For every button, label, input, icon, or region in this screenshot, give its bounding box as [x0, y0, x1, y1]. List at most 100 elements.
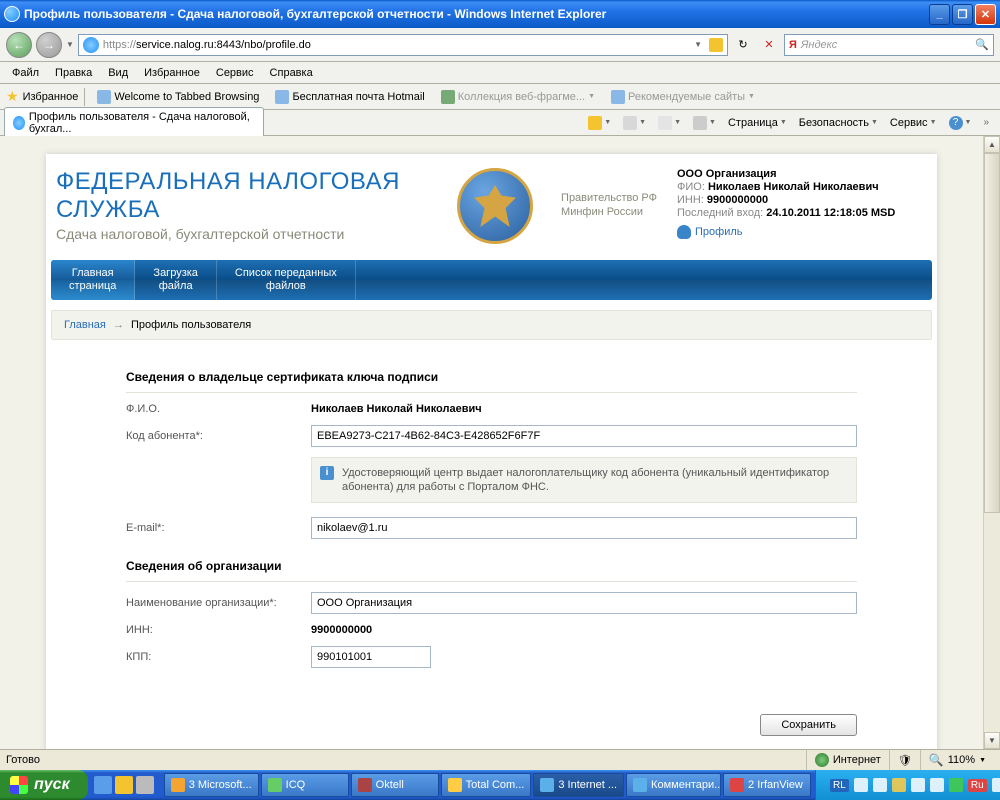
safety-menu[interactable]: Безопасность▼	[794, 115, 883, 131]
search-box[interactable]: Я Яндекс 🔍	[784, 34, 994, 56]
browser-tab[interactable]: Профиль пользователя - Сдача налоговой, …	[4, 107, 264, 138]
scroll-down-button[interactable]: ▼	[984, 732, 1000, 749]
chevron-button[interactable]: »	[978, 115, 994, 130]
print-button[interactable]: ▼	[688, 114, 721, 132]
task-comments[interactable]: Комментари...	[626, 773, 721, 797]
app-icon	[268, 778, 282, 792]
vertical-scrollbar[interactable]: ▲ ▼	[983, 136, 1000, 749]
help-button[interactable]: ?▼	[944, 114, 977, 132]
task-icq[interactable]: ICQ	[261, 773, 349, 797]
info-message: i Удостоверяющий центр выдает налогоплат…	[311, 457, 857, 503]
scroll-thumb[interactable]	[984, 153, 1000, 513]
mail-icon	[658, 116, 672, 130]
search-icon[interactable]: 🔍	[975, 38, 989, 51]
gov-link-minfin[interactable]: Минфин России	[561, 206, 657, 218]
ql-explorer-icon[interactable]	[115, 776, 133, 794]
refresh-button[interactable]: ↻	[732, 34, 754, 56]
app-icon	[171, 778, 185, 792]
section-cert-owner: Сведения о владельце сертификата ключа п…	[126, 360, 857, 393]
menu-file[interactable]: Файл	[4, 65, 47, 81]
maximize-button[interactable]: ❐	[952, 4, 973, 25]
tray-icon[interactable]	[892, 778, 906, 792]
task-ie[interactable]: 3 Internet ...	[533, 773, 624, 797]
windows-logo-icon	[10, 776, 28, 794]
content-viewport: ФЕДЕРАЛЬНАЯ НАЛОГОВАЯ СЛУЖБА Сдача налог…	[0, 136, 1000, 749]
feeds-button[interactable]: ▼	[618, 114, 651, 132]
tray-icon[interactable]	[873, 778, 887, 792]
tray-icon[interactable]	[992, 778, 1000, 792]
breadcrumb-current: Профиль пользователя	[131, 319, 251, 331]
favorites-star-icon[interactable]: ★	[6, 88, 19, 105]
status-bar: Готово Интернет 🛡 🔍110% ▼	[0, 749, 1000, 770]
favorites-label[interactable]: Избранное	[23, 91, 79, 103]
history-dropdown-icon[interactable]: ▼	[66, 40, 74, 49]
breadcrumb-home[interactable]: Главная	[64, 319, 106, 331]
tray-icon[interactable]	[911, 778, 925, 792]
mail-button[interactable]: ▼	[653, 114, 686, 132]
address-bar[interactable]: https://service.nalog.ru:8443/nbo/profil…	[78, 34, 728, 56]
fav-link-hotmail[interactable]: Бесплатная почта Hotmail	[269, 88, 430, 106]
protected-mode[interactable]: 🛡	[889, 750, 920, 770]
menu-favorites[interactable]: Избранное	[136, 65, 208, 81]
profile-link[interactable]: Профиль	[677, 225, 927, 239]
profile-form: Сведения о владельце сертификата ключа п…	[46, 350, 937, 698]
scroll-up-button[interactable]: ▲	[984, 136, 1000, 153]
separator	[84, 88, 85, 106]
lang-indicator-2[interactable]: Ru	[968, 779, 987, 792]
gov-link-pravitelstvo[interactable]: Правительство РФ	[561, 192, 657, 204]
forward-button[interactable]: →	[36, 32, 62, 58]
input-org-name[interactable]	[311, 592, 857, 614]
address-dropdown-icon[interactable]: ▼	[691, 40, 705, 49]
input-email[interactable]	[311, 517, 857, 539]
quick-launch	[88, 776, 160, 794]
menu-bar: Файл Правка Вид Избранное Сервис Справка	[0, 62, 1000, 84]
input-kpp[interactable]	[311, 646, 431, 668]
search-placeholder: Яндекс	[801, 39, 971, 51]
tray-icon[interactable]	[854, 778, 868, 792]
menu-view[interactable]: Вид	[100, 65, 136, 81]
fav-link-tabbed[interactable]: Welcome to Tabbed Browsing	[91, 88, 265, 106]
system-tray: RL Ru 14:38	[815, 770, 1000, 800]
window-title: Профиль пользователя - Сдача налоговой, …	[24, 7, 929, 21]
page-icon	[97, 90, 111, 104]
tools-menu[interactable]: Сервис▼	[885, 115, 942, 131]
menu-edit[interactable]: Правка	[47, 65, 100, 81]
url-text[interactable]: https://service.nalog.ru:8443/nbo/profil…	[103, 39, 687, 51]
window-titlebar: Профиль пользователя - Сдача налоговой, …	[0, 0, 1000, 28]
zoom-control[interactable]: 🔍110% ▼	[920, 750, 994, 770]
fav-link-suggested[interactable]: Рекомендуемые сайты ▼	[605, 88, 761, 106]
lang-indicator-1[interactable]: RL	[830, 779, 849, 792]
close-button[interactable]: ✕	[975, 4, 996, 25]
last-login: 24.10.2011 12:18:05 MSD	[766, 207, 895, 219]
nav-upload[interactable]: Загрузка файла	[135, 260, 216, 300]
menu-help[interactable]: Справка	[262, 65, 321, 81]
task-irfanview[interactable]: 2 IrfanView	[723, 773, 811, 797]
agency-title: ФЕДЕРАЛЬНАЯ НАЛОГОВАЯ СЛУЖБА	[56, 168, 431, 224]
start-button[interactable]: пуск	[0, 770, 88, 800]
gov-links: Правительство РФ Минфин России	[561, 192, 657, 254]
nav-home[interactable]: Главная страница	[51, 260, 135, 300]
menu-tools[interactable]: Сервис	[208, 65, 262, 81]
yandex-icon: Я	[789, 39, 797, 51]
home-icon	[588, 116, 602, 130]
person-icon	[677, 225, 691, 239]
page-menu[interactable]: Страница▼	[723, 115, 792, 131]
zone-internet[interactable]: Интернет	[806, 750, 889, 770]
input-subscriber-code[interactable]	[311, 425, 857, 447]
rss-icon	[623, 116, 637, 130]
task-oktell[interactable]: Oktell	[351, 773, 439, 797]
home-button[interactable]: ▼	[583, 114, 616, 132]
ql-ie-icon[interactable]	[94, 776, 112, 794]
task-totalcmd[interactable]: Total Com...	[441, 773, 532, 797]
minimize-button[interactable]: _	[929, 4, 950, 25]
stop-button[interactable]: ✕	[758, 34, 780, 56]
back-button[interactable]: ←	[6, 32, 32, 58]
tray-icon[interactable]	[930, 778, 944, 792]
fav-link-webslices[interactable]: Коллекция веб-фрагме... ▼	[435, 88, 601, 106]
ql-desktop-icon[interactable]	[136, 776, 154, 794]
save-button[interactable]: Сохранить	[760, 714, 857, 736]
nav-list[interactable]: Список переданных файлов	[217, 260, 356, 300]
task-microsoft[interactable]: 3 Microsoft...	[164, 773, 259, 797]
task-buttons: 3 Microsoft... ICQ Oktell Total Com... 3…	[160, 773, 815, 797]
tray-icon[interactable]	[949, 778, 963, 792]
